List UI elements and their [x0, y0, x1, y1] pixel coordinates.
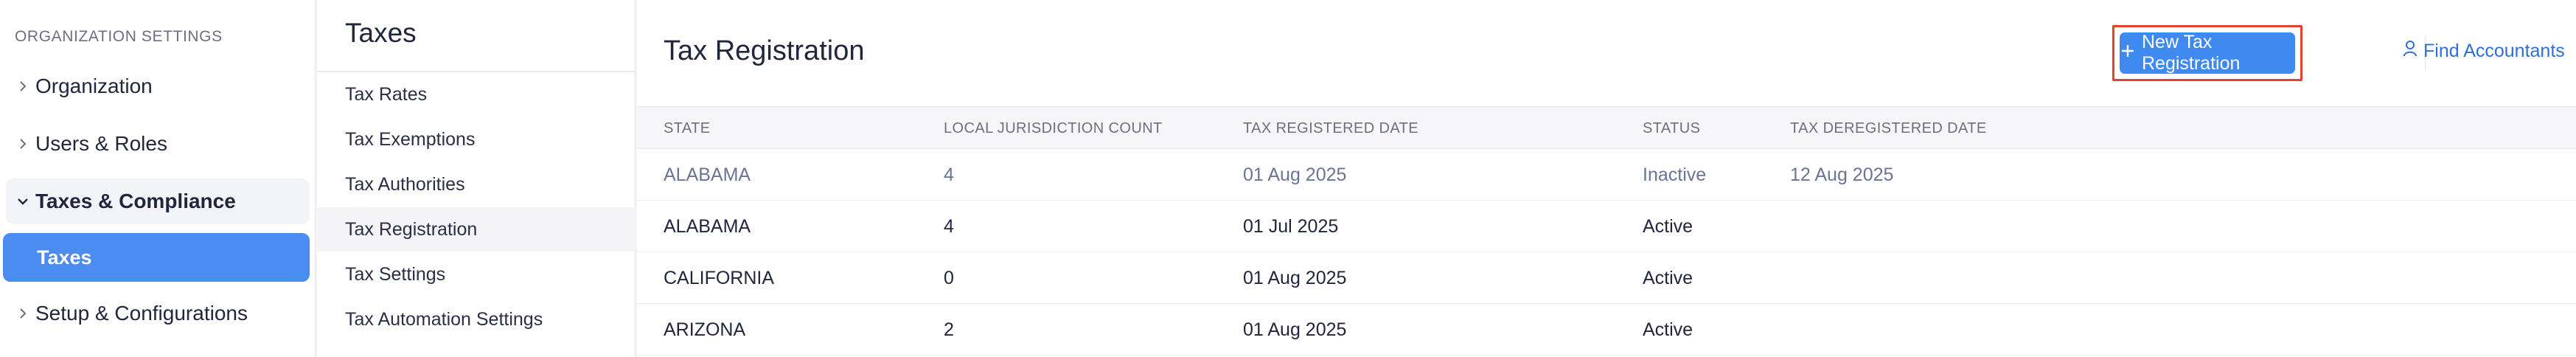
tax-registration-table: STATE LOCAL JURISDICTION COUNT TAX REGIS… [637, 106, 2576, 356]
sidebar-item-setup-configurations[interactable]: Setup & Configurations [6, 291, 310, 336]
nav-item-tax-rates[interactable]: Tax Rates [317, 72, 636, 117]
cell-registered-date: 01 Jul 2025 [1243, 215, 1339, 237]
chevron-right-icon [10, 308, 35, 319]
cell-deregistered-date: 12 Aug 2025 [1790, 164, 1894, 185]
cell-registered-date: 01 Aug 2025 [1243, 164, 1347, 185]
find-accountants-link[interactable]: Find Accountants [2403, 40, 2565, 63]
cell-count: 4 [944, 215, 954, 237]
settings-sidebar: ORGANIZATION SETTINGS Organization Users… [0, 0, 316, 357]
cell-status: Inactive [1643, 164, 1707, 185]
find-accountants-label: Find Accountants [2423, 41, 2565, 61]
taxes-nav: Taxes Tax Rates Tax Exemptions Tax Autho… [317, 0, 636, 357]
sidebar-item-label: Setup & Configurations [35, 302, 248, 325]
column-header-status[interactable]: STATUS [1643, 107, 1700, 150]
table-row[interactable]: CALIFORNIA 0 01 Aug 2025 Active [637, 252, 2576, 304]
cell-status: Active [1643, 267, 1693, 288]
sidebar-subitem-label: Taxes [37, 246, 92, 268]
sidebar-item-organization[interactable]: Organization [6, 63, 310, 109]
table-row[interactable]: ARIZONA 2 01 Aug 2025 Active [637, 304, 2576, 356]
sidebar-item-label: Organization [35, 74, 153, 97]
new-tax-registration-button[interactable]: New Tax Registration [2120, 32, 2295, 74]
cell-count: 4 [944, 164, 954, 185]
sidebar-item-label: Users & Roles [35, 132, 167, 155]
sidebar-heading: ORGANIZATION SETTINGS [15, 28, 223, 45]
nav-item-label: Tax Settings [345, 263, 446, 285]
column-header-state[interactable]: STATE [664, 107, 710, 150]
nav-item-label: Tax Rates [345, 83, 428, 105]
table-row[interactable]: ALABAMA 4 01 Jul 2025 Active [637, 201, 2576, 252]
nav-item-tax-registration[interactable]: Tax Registration [317, 207, 636, 252]
page-title: Tax Registration [664, 35, 865, 66]
main-content: Tax Registration New Tax Registration Fi… [637, 0, 2576, 357]
cell-status: Active [1643, 215, 1693, 237]
table-header: STATE LOCAL JURISDICTION COUNT TAX REGIS… [637, 106, 2576, 149]
sidebar-item-label: Taxes & Compliance [35, 190, 236, 212]
nav-item-tax-settings[interactable]: Tax Settings [317, 252, 636, 297]
cell-count: 0 [944, 267, 954, 288]
cell-registered-date: 01 Aug 2025 [1243, 267, 1347, 288]
column-header-tax-deregistered-date[interactable]: TAX DEREGISTERED DATE [1790, 107, 1987, 150]
nav-item-label: Tax Automation Settings [345, 308, 543, 330]
nav-item-tax-exemptions[interactable]: Tax Exemptions [317, 117, 636, 162]
cell-state: ARIZONA [664, 319, 746, 340]
sidebar-subitem-taxes[interactable]: Taxes [3, 233, 310, 282]
chevron-right-icon [10, 138, 35, 150]
cell-state: CALIFORNIA [664, 267, 775, 288]
plus-icon [2120, 43, 2136, 64]
chevron-right-icon [10, 80, 35, 92]
sidebar-item-users-roles[interactable]: Users & Roles [6, 121, 310, 167]
column-header-local-jurisdiction-count[interactable]: LOCAL JURISDICTION COUNT [944, 107, 1163, 150]
column-header-tax-registered-date[interactable]: TAX REGISTERED DATE [1243, 107, 1418, 150]
nav-item-tax-automation-settings[interactable]: Tax Automation Settings [317, 297, 636, 342]
nav-item-tax-authorities[interactable]: Tax Authorities [317, 162, 636, 207]
nav-item-label: Tax Exemptions [345, 128, 476, 150]
cell-state: ALABAMA [664, 164, 751, 185]
cell-state: ALABAMA [664, 215, 751, 237]
cell-count: 2 [944, 319, 954, 340]
nav-item-label: Tax Registration [345, 218, 478, 240]
nav-item-label: Tax Authorities [345, 173, 465, 195]
cell-registered-date: 01 Aug 2025 [1243, 319, 1347, 340]
taxes-nav-title: Taxes [345, 18, 417, 48]
cell-status: Active [1643, 319, 1693, 340]
new-tax-registration-label: New Tax Registration [2142, 32, 2241, 74]
sidebar-item-taxes-compliance[interactable]: Taxes & Compliance [6, 178, 310, 224]
table-row[interactable]: ALABAMA 4 01 Aug 2025 Inactive 12 Aug 20… [637, 149, 2576, 201]
chevron-down-icon [10, 197, 35, 206]
user-icon [2403, 40, 2417, 63]
